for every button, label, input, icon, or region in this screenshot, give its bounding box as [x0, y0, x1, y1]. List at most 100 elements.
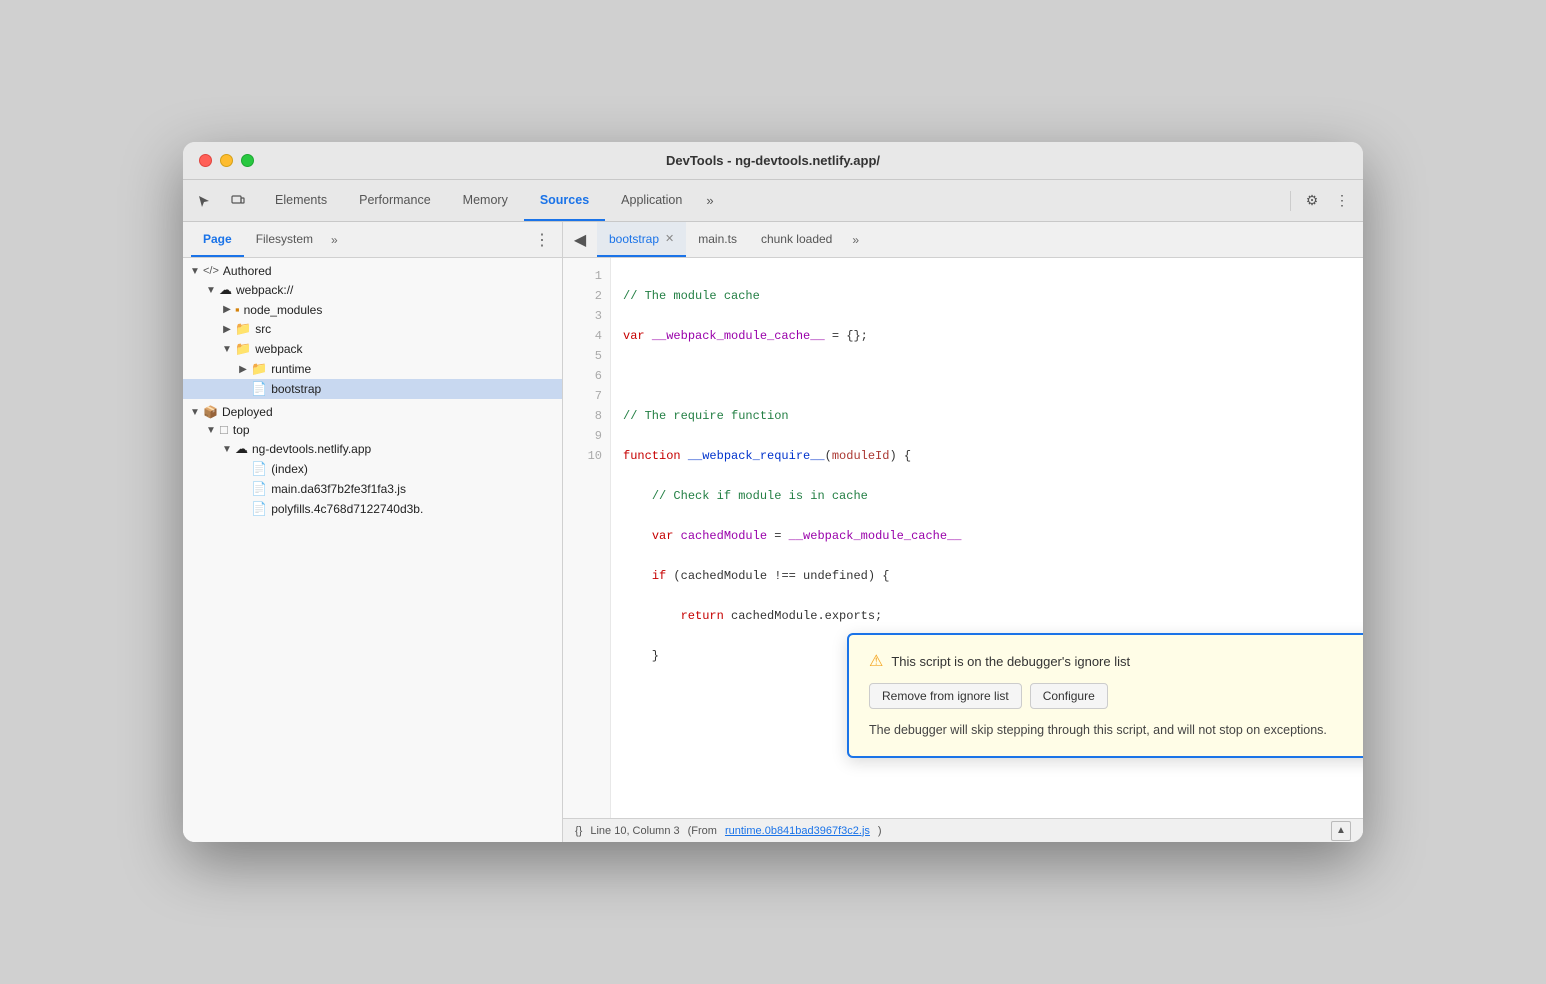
line-num-3: 3 — [563, 306, 610, 326]
editor-tab-chunk-loaded[interactable]: chunk loaded — [749, 222, 844, 257]
code-line-6: // Check if module is in cache — [623, 486, 1351, 506]
warning-icon: ⚠ — [869, 651, 883, 671]
line-num-8: 8 — [563, 406, 610, 426]
editor-tab-bootstrap-close[interactable]: ✕ — [665, 232, 674, 245]
status-from-label: (From — [688, 825, 717, 837]
tree-label-webpack-folder: webpack — [255, 342, 302, 356]
tab-bar-icons — [191, 188, 251, 214]
line-num-1: 1 — [563, 266, 610, 286]
editor-tab-main-ts[interactable]: main.ts — [686, 222, 749, 257]
tab-elements[interactable]: Elements — [259, 180, 343, 221]
ignore-popup-title: This script is on the debugger's ignore … — [891, 654, 1130, 669]
tree-item-deployed[interactable]: ▼ 📦 Deployed — [183, 403, 562, 421]
tree-item-webpack-root[interactable]: ▼ ☁ webpack:// — [183, 280, 562, 300]
device-toggle-icon[interactable] — [225, 188, 251, 214]
code-line-7: var cachedModule = __webpack_module_cach… — [623, 526, 1351, 546]
tree-label-src: src — [255, 322, 271, 336]
tree-item-src[interactable]: ▶ 📁 src — [183, 319, 562, 339]
code-area: 1 2 3 4 5 6 7 8 9 10 // The module cache… — [563, 258, 1363, 818]
format-icon[interactable]: {} — [575, 825, 582, 837]
editor-panel: ◀ bootstrap ✕ main.ts chunk loaded » 1 2 — [563, 222, 1363, 842]
status-bar: {} Line 10, Column 3 (From runtime.0b841… — [563, 818, 1363, 842]
cursor-icon[interactable] — [191, 188, 217, 214]
tree-label-deployed: Deployed — [222, 405, 273, 419]
tree-item-authored[interactable]: ▼ </> Authored — [183, 262, 562, 280]
traffic-lights — [199, 154, 254, 167]
line-num-10: 10 — [563, 446, 610, 466]
minimize-button[interactable] — [220, 154, 233, 167]
ignore-popup-buttons: Remove from ignore list Configure — [869, 683, 1363, 709]
ignore-popup-description: The debugger will skip stepping through … — [869, 721, 1363, 740]
code-line-3 — [623, 366, 1351, 386]
tree-label-index: (index) — [271, 462, 308, 476]
file-panel-tabs: Page Filesystem » ⋮ — [183, 222, 562, 258]
file-tab-overflow[interactable]: » — [325, 233, 344, 247]
tree-label-top: top — [233, 423, 250, 437]
tree-label-webpack: webpack:// — [236, 283, 293, 297]
line-num-5: 5 — [563, 346, 610, 366]
code-line-5: function __webpack_require__(moduleId) { — [623, 446, 1351, 466]
window-title: DevTools - ng-devtools.netlify.app/ — [666, 153, 880, 168]
tree-item-main-js[interactable]: ▶ 📄 main.da63f7b2fe3f1fa3.js — [183, 479, 562, 499]
ignore-list-popup: ⚠ This script is on the debugger's ignor… — [847, 633, 1363, 758]
line-numbers: 1 2 3 4 5 6 7 8 9 10 — [563, 258, 611, 818]
main-tabs: Elements Performance Memory Sources Appl… — [259, 180, 1286, 221]
editor-tab-main-ts-label: main.ts — [698, 232, 737, 246]
tab-application[interactable]: Application — [605, 180, 698, 221]
tree-item-polyfills[interactable]: ▶ 📄 polyfills.4c768d7122740d3b. — [183, 499, 562, 519]
file-tab-filesystem[interactable]: Filesystem — [244, 222, 325, 257]
sidebar-toggle-icon[interactable]: ◀ — [567, 227, 593, 253]
tab-overflow[interactable]: » — [698, 193, 721, 208]
tree-item-top[interactable]: ▼ ☐ top — [183, 421, 562, 439]
code-line-4: // The require function — [623, 406, 1351, 426]
tree-label-runtime: runtime — [271, 362, 311, 376]
tree-item-webpack-folder[interactable]: ▼ 📁 webpack — [183, 339, 562, 359]
file-tab-page[interactable]: Page — [191, 222, 244, 257]
tab-bar-right: ⚙ ⋮ — [1286, 188, 1355, 214]
editor-tab-overflow[interactable]: » — [844, 233, 867, 247]
status-position: Line 10, Column 3 — [590, 825, 679, 837]
tree-label-bootstrap: bootstrap — [271, 382, 321, 396]
tab-sources[interactable]: Sources — [524, 180, 605, 221]
title-bar: DevTools - ng-devtools.netlify.app/ — [183, 142, 1363, 180]
file-panel-menu-icon[interactable]: ⋮ — [530, 230, 554, 250]
code-line-9: return cachedModule.exports; — [623, 606, 1351, 626]
editor-tab-chunk-loaded-label: chunk loaded — [761, 232, 832, 246]
line-num-4: 4 — [563, 326, 610, 346]
editor-tabs: ◀ bootstrap ✕ main.ts chunk loaded » — [563, 222, 1363, 258]
editor-tab-bootstrap[interactable]: bootstrap ✕ — [597, 222, 686, 257]
tree-item-index[interactable]: ▶ 📄 (index) — [183, 459, 562, 479]
line-num-6: 6 — [563, 366, 610, 386]
configure-button[interactable]: Configure — [1030, 683, 1108, 709]
scroll-to-top-button[interactable]: ▲ — [1331, 821, 1351, 841]
devtools-window: DevTools - ng-devtools.netlify.app/ Elem… — [183, 142, 1363, 842]
close-button[interactable] — [199, 154, 212, 167]
tree-label-node-modules: node_modules — [244, 303, 323, 317]
main-content: Page Filesystem » ⋮ ▼ </> Authored ▼ ☁ w… — [183, 222, 1363, 842]
file-tree: ▼ </> Authored ▼ ☁ webpack:// ▶ ▪ node_m… — [183, 258, 562, 842]
code-line-8: if (cachedModule !== undefined) { — [623, 566, 1351, 586]
line-num-7: 7 — [563, 386, 610, 406]
maximize-button[interactable] — [241, 154, 254, 167]
tree-label-polyfills: polyfills.4c768d7122740d3b. — [271, 502, 423, 516]
settings-icon[interactable]: ⚙ — [1299, 188, 1325, 214]
ignore-popup-header: ⚠ This script is on the debugger's ignor… — [869, 651, 1363, 671]
tree-label-authored: Authored — [223, 264, 272, 278]
tree-label-ng-devtools: ng-devtools.netlify.app — [252, 442, 371, 456]
remove-from-ignore-list-button[interactable]: Remove from ignore list — [869, 683, 1022, 709]
main-tab-bar: Elements Performance Memory Sources Appl… — [183, 180, 1363, 222]
file-panel: Page Filesystem » ⋮ ▼ </> Authored ▼ ☁ w… — [183, 222, 563, 842]
more-menu-icon[interactable]: ⋮ — [1329, 188, 1355, 214]
status-from-link[interactable]: runtime.0b841bad3967f3c2.js — [725, 825, 870, 837]
tree-item-ng-devtools[interactable]: ▼ ☁ ng-devtools.netlify.app — [183, 439, 562, 459]
tree-label-main-js: main.da63f7b2fe3f1fa3.js — [271, 482, 406, 496]
tab-performance[interactable]: Performance — [343, 180, 447, 221]
status-from-close: ) — [878, 825, 882, 837]
tab-memory[interactable]: Memory — [447, 180, 524, 221]
tree-item-runtime[interactable]: ▶ 📁 runtime — [183, 359, 562, 379]
tree-item-bootstrap[interactable]: ▶ 📄 bootstrap — [183, 379, 562, 399]
line-num-9: 9 — [563, 426, 610, 446]
code-line-1: // The module cache — [623, 286, 1351, 306]
line-num-2: 2 — [563, 286, 610, 306]
tree-item-node-modules[interactable]: ▶ ▪ node_modules — [183, 300, 562, 319]
